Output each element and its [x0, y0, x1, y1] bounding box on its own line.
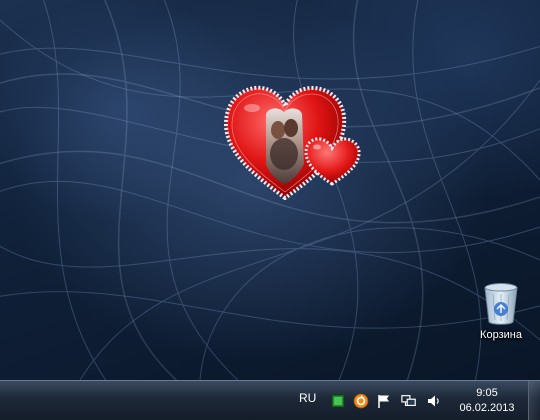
green-app-icon[interactable]	[330, 393, 346, 409]
volume-icon[interactable]	[426, 393, 442, 409]
recycle-bin-label: Корзина	[480, 329, 522, 341]
orange-updater-icon[interactable]	[353, 393, 369, 409]
desktop[interactable]: Корзина	[0, 0, 540, 380]
clock-date: 06.02.2013	[459, 402, 515, 414]
action-center-flag-icon[interactable]	[376, 393, 392, 409]
desktop-icon-recycle-bin[interactable]: Корзина	[470, 282, 532, 352]
language-indicator[interactable]: RU	[299, 391, 316, 405]
heart-photo-frame-gadget[interactable]	[222, 84, 364, 200]
network-icon[interactable]	[401, 393, 417, 409]
taskbar: RU 9:05 06.02.2013	[0, 380, 540, 420]
recycle-bin-icon	[484, 283, 518, 325]
clock[interactable]: 9:05 06.02.2013	[452, 386, 522, 416]
clock-time: 9:05	[476, 387, 498, 399]
show-desktop-button[interactable]	[528, 381, 540, 420]
